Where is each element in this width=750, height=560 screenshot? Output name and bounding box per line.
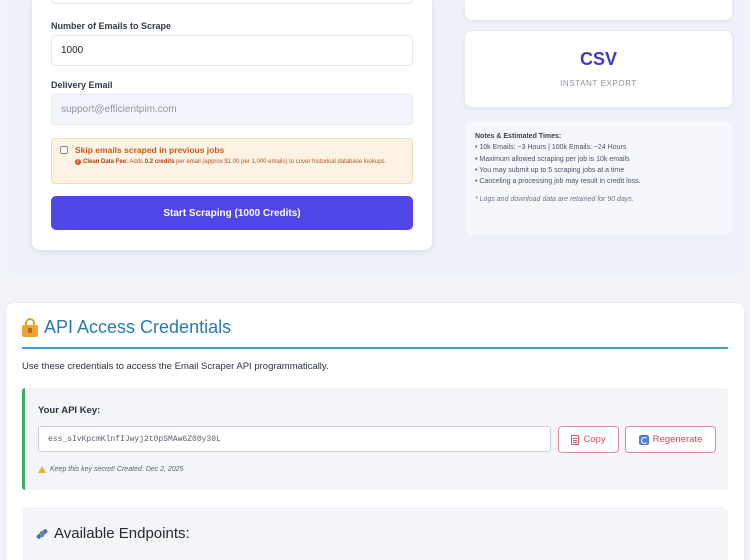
api-key-panel: Your API Key: ess_sIvKpcmKlnfIJwyj2t0pSM…: [22, 388, 728, 490]
warning-icon: !: [75, 159, 81, 165]
clean-data-fee-credits: 0.2 credits: [144, 159, 175, 165]
copy-button[interactable]: Copy: [558, 426, 619, 453]
skip-previous-checkbox[interactable]: [60, 146, 68, 154]
notes-item: • Maximum allowed scraping per job is 10…: [475, 155, 630, 163]
delivery-email-input[interactable]: support@efficientpim.com: [51, 94, 413, 125]
email-count-label: Number of Emails to Scrape: [51, 21, 172, 31]
csv-title: CSV: [579, 49, 617, 69]
clean-data-fee-mid: Adds: [129, 159, 144, 165]
select-field-partial[interactable]: [51, 0, 413, 4]
notes-item: • You may submit up to 5 scraping jobs a…: [475, 166, 625, 174]
start-scraping-button[interactable]: Start Scraping (1000 Credits): [51, 196, 413, 230]
csv-subtitle: INSTANT EXPORT: [560, 79, 637, 88]
delivery-email-label: Delivery Email: [51, 80, 113, 90]
notes-footer: * Logs and download data are retained fo…: [475, 196, 634, 204]
api-title: API Access Credentials: [44, 317, 232, 337]
scraper-section: Number of Emails to Scrape 1000 Delivery…: [6, 0, 744, 275]
api-key-warning-text: Keep this key secret! Created: Dec 2, 20…: [50, 466, 184, 473]
api-description: Use these credentials to access the Emai…: [22, 361, 329, 372]
clipboard-icon: [571, 434, 580, 445]
clean-data-fee-note: ! Clean Data Fee: Adds 0.2 credits per em…: [75, 158, 405, 166]
stat-card-partial: [465, 0, 732, 20]
regenerate-button-label: Regenerate: [652, 434, 703, 445]
api-credentials-card: API Access Credentials Use these credent…: [6, 303, 744, 560]
api-title-divider: [22, 347, 728, 349]
refresh-icon: [638, 434, 649, 445]
endpoints-panel: Available Endpoints:: [22, 507, 728, 560]
satellite-icon: [36, 528, 48, 540]
notes-item: • 10k Emails: ~3 Hours | 100k Emails: ~2…: [475, 144, 627, 152]
regenerate-button[interactable]: Regenerate: [625, 426, 716, 453]
endpoints-title: Available Endpoints:: [54, 525, 190, 542]
notes-title: Notes & Estimated Times:: [475, 133, 562, 140]
warning-icon: [38, 466, 46, 473]
clean-data-fee-rest: per email (approx $1.00 per 1,000 emails…: [176, 159, 387, 165]
scraper-form-card: Number of Emails to Scrape 1000 Delivery…: [32, 0, 432, 250]
csv-export-card: CSV INSTANT EXPORT: [465, 31, 732, 107]
api-key-field[interactable]: ess_sIvKpcmKlnfIJwyj2t0pSMAw6Z00y30L: [38, 426, 551, 452]
notes-item: • Canceling a processing job may result …: [475, 178, 641, 186]
skip-previous-label[interactable]: Skip emails scraped in previous jobs: [75, 145, 224, 155]
email-count-input[interactable]: 1000: [51, 35, 413, 66]
api-key-label: Your API Key:: [38, 405, 101, 416]
clean-data-fee-prefix: Clean Data Fee:: [83, 159, 129, 165]
api-title-row: API Access Credentials: [22, 317, 231, 338]
lock-icon: [22, 318, 38, 337]
skip-previous-option: Skip emails scraped in previous jobs ! Cl…: [51, 138, 413, 184]
api-key-warning: Keep this key secret! Created: Dec 2, 20…: [38, 466, 183, 473]
copy-button-label: Copy: [583, 434, 606, 445]
notes-panel: Notes & Estimated Times: • 10k Emails: ~…: [465, 121, 732, 235]
endpoints-title-row: Available Endpoints:: [36, 525, 190, 542]
